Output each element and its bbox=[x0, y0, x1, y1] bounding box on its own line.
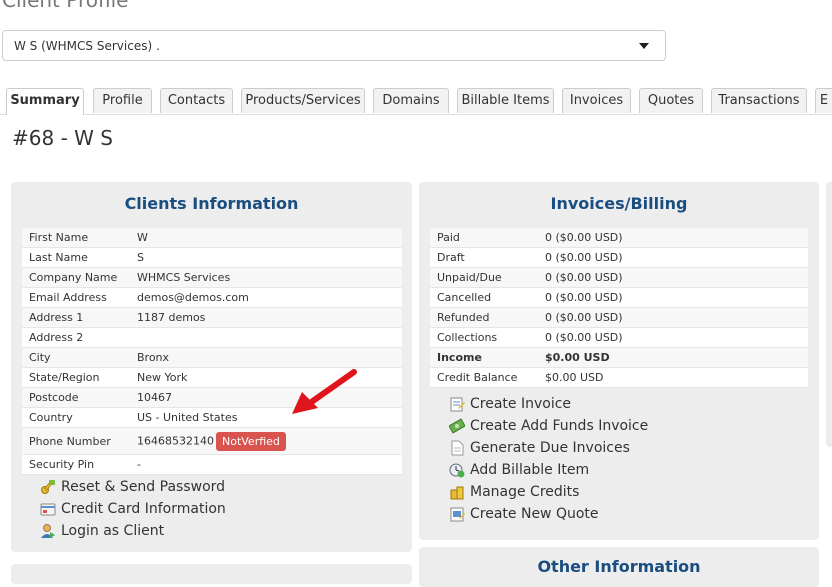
table-row: Email Address demos@demos.com bbox=[22, 287, 402, 308]
reset-password-link[interactable]: Reset & Send Password bbox=[40, 476, 226, 498]
key-icon bbox=[40, 479, 56, 495]
table-row: Address 1 1187 demos bbox=[22, 307, 402, 328]
billing-actions: Create Invoice Create Add Funds Invoice … bbox=[448, 393, 648, 525]
tab-profile[interactable]: Profile bbox=[93, 88, 152, 113]
tab-quotes[interactable]: Quotes bbox=[639, 88, 703, 113]
table-row: Refunded 0 ($0.00 USD) bbox=[430, 307, 808, 328]
client-selector[interactable]: W S (WHMCS Services) . bbox=[2, 30, 666, 61]
create-invoice-link[interactable]: Create Invoice bbox=[449, 393, 648, 415]
tab-contacts[interactable]: Contacts bbox=[160, 88, 233, 113]
clients-info-table: First Name W Last Name S Company Name WHMCS… bbox=[22, 228, 402, 475]
table-row: First Name W bbox=[22, 228, 402, 248]
clock-add-icon bbox=[449, 462, 465, 478]
red-arrow-icon bbox=[292, 369, 357, 414]
tab-invoices[interactable]: Invoices bbox=[562, 88, 631, 113]
right-panel-edge bbox=[826, 182, 832, 447]
client-actions: Reset & Send Password Credit Card Inform… bbox=[40, 476, 226, 542]
other-info-panel: Other Information bbox=[419, 547, 819, 587]
table-row: Security Pin - bbox=[22, 454, 402, 475]
phone-number: 16468532140 bbox=[137, 434, 214, 447]
tab-summary[interactable]: Summary bbox=[6, 88, 84, 115]
tab-products-services[interactable]: Products/Services bbox=[241, 88, 365, 113]
clients-info-panel: Clients Information First Name W Last Nam… bbox=[11, 182, 412, 552]
coins-icon bbox=[449, 484, 465, 500]
table-row: Credit Balance $0.00 USD bbox=[430, 367, 808, 388]
table-row: Address 2 bbox=[22, 327, 402, 348]
billing-table: Paid 0 ($0.00 USD) Draft 0 ($0.00 USD) Unp… bbox=[430, 228, 808, 388]
not-verified-badge: NotVerfied bbox=[215, 431, 286, 451]
credit-card-icon bbox=[40, 501, 56, 517]
table-row: Last Name S bbox=[22, 247, 402, 268]
table-row: Phone Number 16468532140 NotVerfied bbox=[22, 427, 402, 455]
table-row: Unpaid/Due 0 ($0.00 USD) bbox=[430, 267, 808, 288]
tab-more[interactable]: E bbox=[815, 88, 832, 113]
chevron-down-icon[interactable] bbox=[639, 43, 649, 49]
billing-title: Invoices/Billing bbox=[550, 194, 688, 213]
bottom-left-panel bbox=[11, 564, 412, 584]
table-row: Collections 0 ($0.00 USD) bbox=[430, 327, 808, 348]
generate-due-invoices-link[interactable]: Generate Due Invoices bbox=[449, 437, 648, 459]
add-billable-item-link[interactable]: Add Billable Item bbox=[449, 459, 648, 481]
user-login-icon bbox=[40, 523, 56, 539]
tab-billable-items[interactable]: Billable Items bbox=[457, 88, 554, 113]
client-heading: #68 - W S bbox=[12, 126, 113, 150]
create-add-funds-invoice-link[interactable]: Create Add Funds Invoice bbox=[448, 415, 648, 437]
table-row: City Bronx bbox=[22, 347, 402, 368]
invoice-icon bbox=[449, 396, 465, 412]
tab-bar: Summary Profile Contacts Products/Servic… bbox=[0, 88, 832, 115]
billing-panel: Invoices/Billing Paid 0 ($0.00 USD) Draft… bbox=[419, 182, 819, 540]
table-row: Cancelled 0 ($0.00 USD) bbox=[430, 287, 808, 308]
table-row: Draft 0 ($0.00 USD) bbox=[430, 247, 808, 268]
tab-transactions[interactable]: Transactions bbox=[711, 88, 807, 113]
table-row: Company Name WHMCS Services bbox=[22, 267, 402, 288]
clients-info-title: Clients Information bbox=[124, 194, 299, 213]
manage-credits-link[interactable]: Manage Credits bbox=[449, 481, 648, 503]
login-as-client-link[interactable]: Login as Client bbox=[40, 520, 226, 542]
tab-domains[interactable]: Domains bbox=[373, 88, 449, 113]
client-selector-value: W S (WHMCS Services) . bbox=[14, 39, 160, 53]
other-info-title: Other Information bbox=[537, 557, 701, 576]
credit-card-info-link[interactable]: Credit Card Information bbox=[40, 498, 226, 520]
create-new-quote-link[interactable]: Create New Quote bbox=[449, 503, 648, 525]
table-row: Income $0.00 USD bbox=[430, 347, 808, 368]
page-title: Client Profile bbox=[2, 0, 129, 12]
table-row: Paid 0 ($0.00 USD) bbox=[430, 228, 808, 248]
document-icon bbox=[449, 440, 465, 456]
quote-icon bbox=[449, 506, 465, 522]
money-icon bbox=[448, 418, 466, 434]
